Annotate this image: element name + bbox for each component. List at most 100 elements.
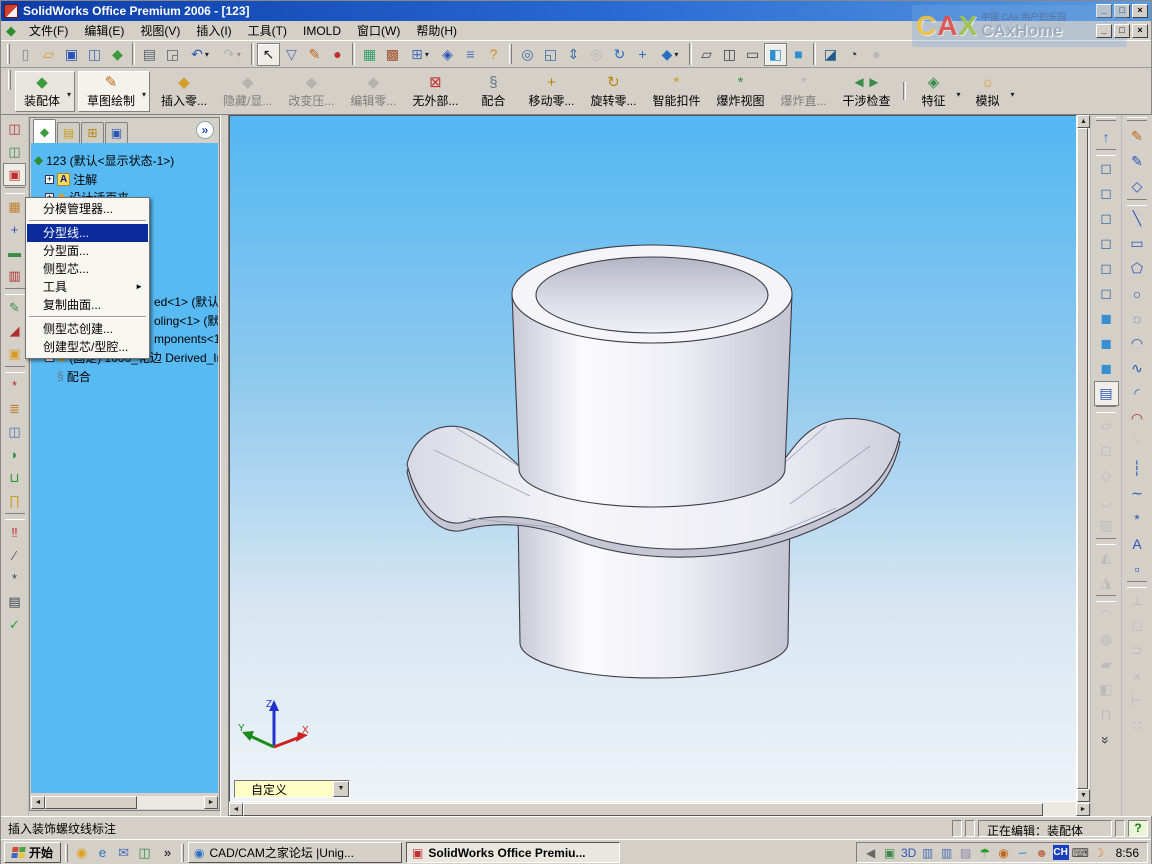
no-external-reference-button[interactable]: ⊠无外部... (404, 72, 466, 111)
left-view-icon[interactable]: ◻ (1094, 206, 1119, 231)
menu-edit[interactable]: 编辑(E) (76, 20, 132, 41)
imold-ok-icon[interactable]: ✓ (3, 613, 26, 636)
imold-layout-icon[interactable]: ▦ (3, 195, 26, 218)
ctx-side-core[interactable]: 侧型芯... (27, 260, 148, 278)
mirror-entities-icon[interactable]: ⊥ (1125, 588, 1150, 613)
menu-insert[interactable]: 插入(I) (188, 20, 239, 41)
tree-annotations[interactable]: +A注解 (45, 170, 97, 188)
help-icon[interactable]: ? (482, 43, 505, 66)
imold-window-icon[interactable]: ◫ (3, 420, 26, 443)
redo-icon[interactable]: ↷ (216, 43, 248, 66)
scroll-left-icon[interactable]: ◄ (31, 796, 45, 809)
sketch-pattern-icon[interactable]: ∷ (1125, 713, 1150, 738)
toolbar-grip[interactable] (1096, 117, 1116, 121)
core-icon[interactable]: ⊓ (1094, 702, 1119, 727)
draft-analysis-icon[interactable]: ◭ (1094, 545, 1119, 570)
three-point-arc-icon[interactable]: ◝ (1125, 431, 1150, 456)
shutoff-surfaces-icon[interactable]: ◍ (1094, 627, 1119, 652)
tray-xear3d-icon[interactable]: 3D (901, 846, 917, 860)
edit-component-button[interactable]: ◆编辑零... (342, 72, 404, 111)
quicklaunch-media-icon[interactable]: ◉ (72, 843, 91, 862)
scroll-thumb[interactable] (1077, 128, 1088, 789)
doc-minimize-button[interactable]: _ (1096, 24, 1112, 38)
undercut-analysis-icon[interactable]: ◮ (1094, 570, 1119, 595)
app-close-button[interactable]: × (1132, 4, 1148, 18)
make-assembly-icon[interactable]: ◆ (106, 43, 129, 66)
scroll-right-icon[interactable]: ► (1076, 803, 1090, 816)
print-icon[interactable]: ▤ (138, 43, 161, 66)
imold-core-cavity-icon[interactable]: ▣ (3, 163, 26, 186)
app-minimize-button[interactable]: _ (1096, 4, 1112, 18)
point-tool-icon[interactable]: * (1125, 506, 1150, 531)
tray-shield-icon[interactable]: ▨ (958, 846, 974, 860)
tray-umbrella-icon[interactable]: ☂ (977, 846, 993, 860)
tree-root-assembly[interactable]: +◆123 (默认<显示状态-1>) (34, 151, 174, 169)
normal-to-icon[interactable]: ↑ (1094, 124, 1119, 149)
tray-network2-icon[interactable]: ▥ (939, 846, 955, 860)
scroll-down-icon[interactable]: ▼ (1077, 789, 1090, 802)
imold-slide-icon[interactable]: ✎ (3, 296, 26, 319)
menu-window[interactable]: 窗口(W) (349, 20, 408, 41)
sketch-pencil-icon[interactable]: ✎ (303, 43, 326, 66)
select-icon[interactable]: ↖ (257, 43, 280, 66)
ctx-mold-manager[interactable]: 分模管理器... (27, 200, 148, 218)
rotate-view-icon[interactable]: ↻ (608, 43, 631, 66)
tray-globe-icon[interactable]: ◉ (996, 846, 1012, 860)
line-tool-icon[interactable]: ╲ (1125, 206, 1150, 231)
explode-line-sketch-button[interactable]: *爆炸直... (773, 72, 835, 111)
zebra-stripes-icon[interactable]: ▤ (1094, 381, 1119, 406)
hidden-lines-visible-icon[interactable]: ◫ (718, 43, 741, 66)
rotate-component-button[interactable]: ↻旋转零... (582, 72, 644, 111)
tree-mates[interactable]: +§配合 (57, 367, 91, 385)
pan-icon[interactable]: + (631, 43, 654, 66)
menu-view[interactable]: 视图(V) (132, 20, 188, 41)
hidden-lines-removed-icon[interactable]: ▭ (741, 43, 764, 66)
menu-tools[interactable]: 工具(T) (240, 20, 295, 41)
interference-detection-button[interactable]: ◄►干涉检查 (835, 72, 899, 111)
exploded-view-button[interactable]: *爆炸视图 (708, 72, 772, 111)
ctx-parting-line[interactable]: 分型线... (27, 224, 148, 242)
change-suppression-button[interactable]: ◆改变压... (280, 72, 342, 111)
tooling-split-icon[interactable]: ◧ (1094, 677, 1119, 702)
simulation-button[interactable]: ☼模拟 (964, 72, 1018, 111)
move-component-button[interactable]: +移动零... (520, 72, 582, 111)
imold-wand-icon[interactable]: ∕ (3, 544, 26, 567)
sketch-tool-icon[interactable]: ✎ (1125, 124, 1150, 149)
toolbar-grip[interactable] (509, 44, 512, 64)
quicklaunch-desktop-icon[interactable]: ◫ (135, 843, 154, 862)
imold-project-icon[interactable]: ◫ (3, 140, 26, 163)
selection-filter-icon[interactable]: ▽ (280, 43, 303, 66)
imold-bottles-icon[interactable]: ‼ (3, 521, 26, 544)
smart-fasteners-button[interactable]: *智能扣件 (644, 72, 708, 111)
tray-moon-icon[interactable]: ☽ (1091, 846, 1107, 860)
ctx-tools[interactable]: 工具 (27, 278, 148, 296)
view-orientation-combo[interactable]: 自定义 ▼ (234, 780, 350, 798)
spline-tool-icon[interactable]: ∼ (1125, 481, 1150, 506)
selection-box-icon[interactable]: ▫ (1125, 556, 1150, 581)
back-view-icon[interactable]: ◻ (1094, 181, 1119, 206)
offset-surface-icon[interactable]: ◻ (1094, 438, 1119, 463)
ctx-side-core-create[interactable]: 侧型芯创建... (27, 320, 148, 338)
scroll-left-icon[interactable]: ◄ (229, 803, 243, 816)
zoom-area-icon[interactable]: ◱ (539, 43, 562, 66)
imold-feed-system-icon[interactable]: + (3, 218, 26, 241)
imold-spider-icon[interactable]: * (3, 567, 26, 590)
parting-surfaces-icon[interactable]: ▰ (1094, 652, 1119, 677)
radiate-surface-icon[interactable]: ◇ (1094, 463, 1119, 488)
check-entity-icon[interactable]: ◈ (436, 43, 459, 66)
shaded-icon[interactable]: ■ (787, 43, 810, 66)
imold-moldbase-icon[interactable]: ▬ (3, 241, 26, 264)
tab-configurationmanager[interactable]: ⊞ (81, 122, 104, 143)
menu-file[interactable]: 文件(F) (21, 20, 76, 41)
zoom-selection-icon[interactable]: ◎ (585, 43, 608, 66)
imold-clamp-icon[interactable]: ⊔ (3, 466, 26, 489)
quicklaunch-ie-icon[interactable]: e (93, 843, 112, 862)
centerline-tool-icon[interactable]: ┆ (1125, 456, 1150, 481)
imold-standard-parts-icon[interactable]: ▥ (3, 264, 26, 287)
text-tool-icon[interactable]: A (1125, 531, 1150, 556)
quicklaunch-more-button[interactable]: » (158, 843, 177, 862)
start-button[interactable]: 开始 (4, 842, 61, 863)
imold-insert-icon[interactable]: ▣ (3, 342, 26, 365)
centerpoint-arc-icon[interactable]: ◜ (1125, 381, 1150, 406)
ruled-surface-icon[interactable]: ◡ (1094, 488, 1119, 513)
